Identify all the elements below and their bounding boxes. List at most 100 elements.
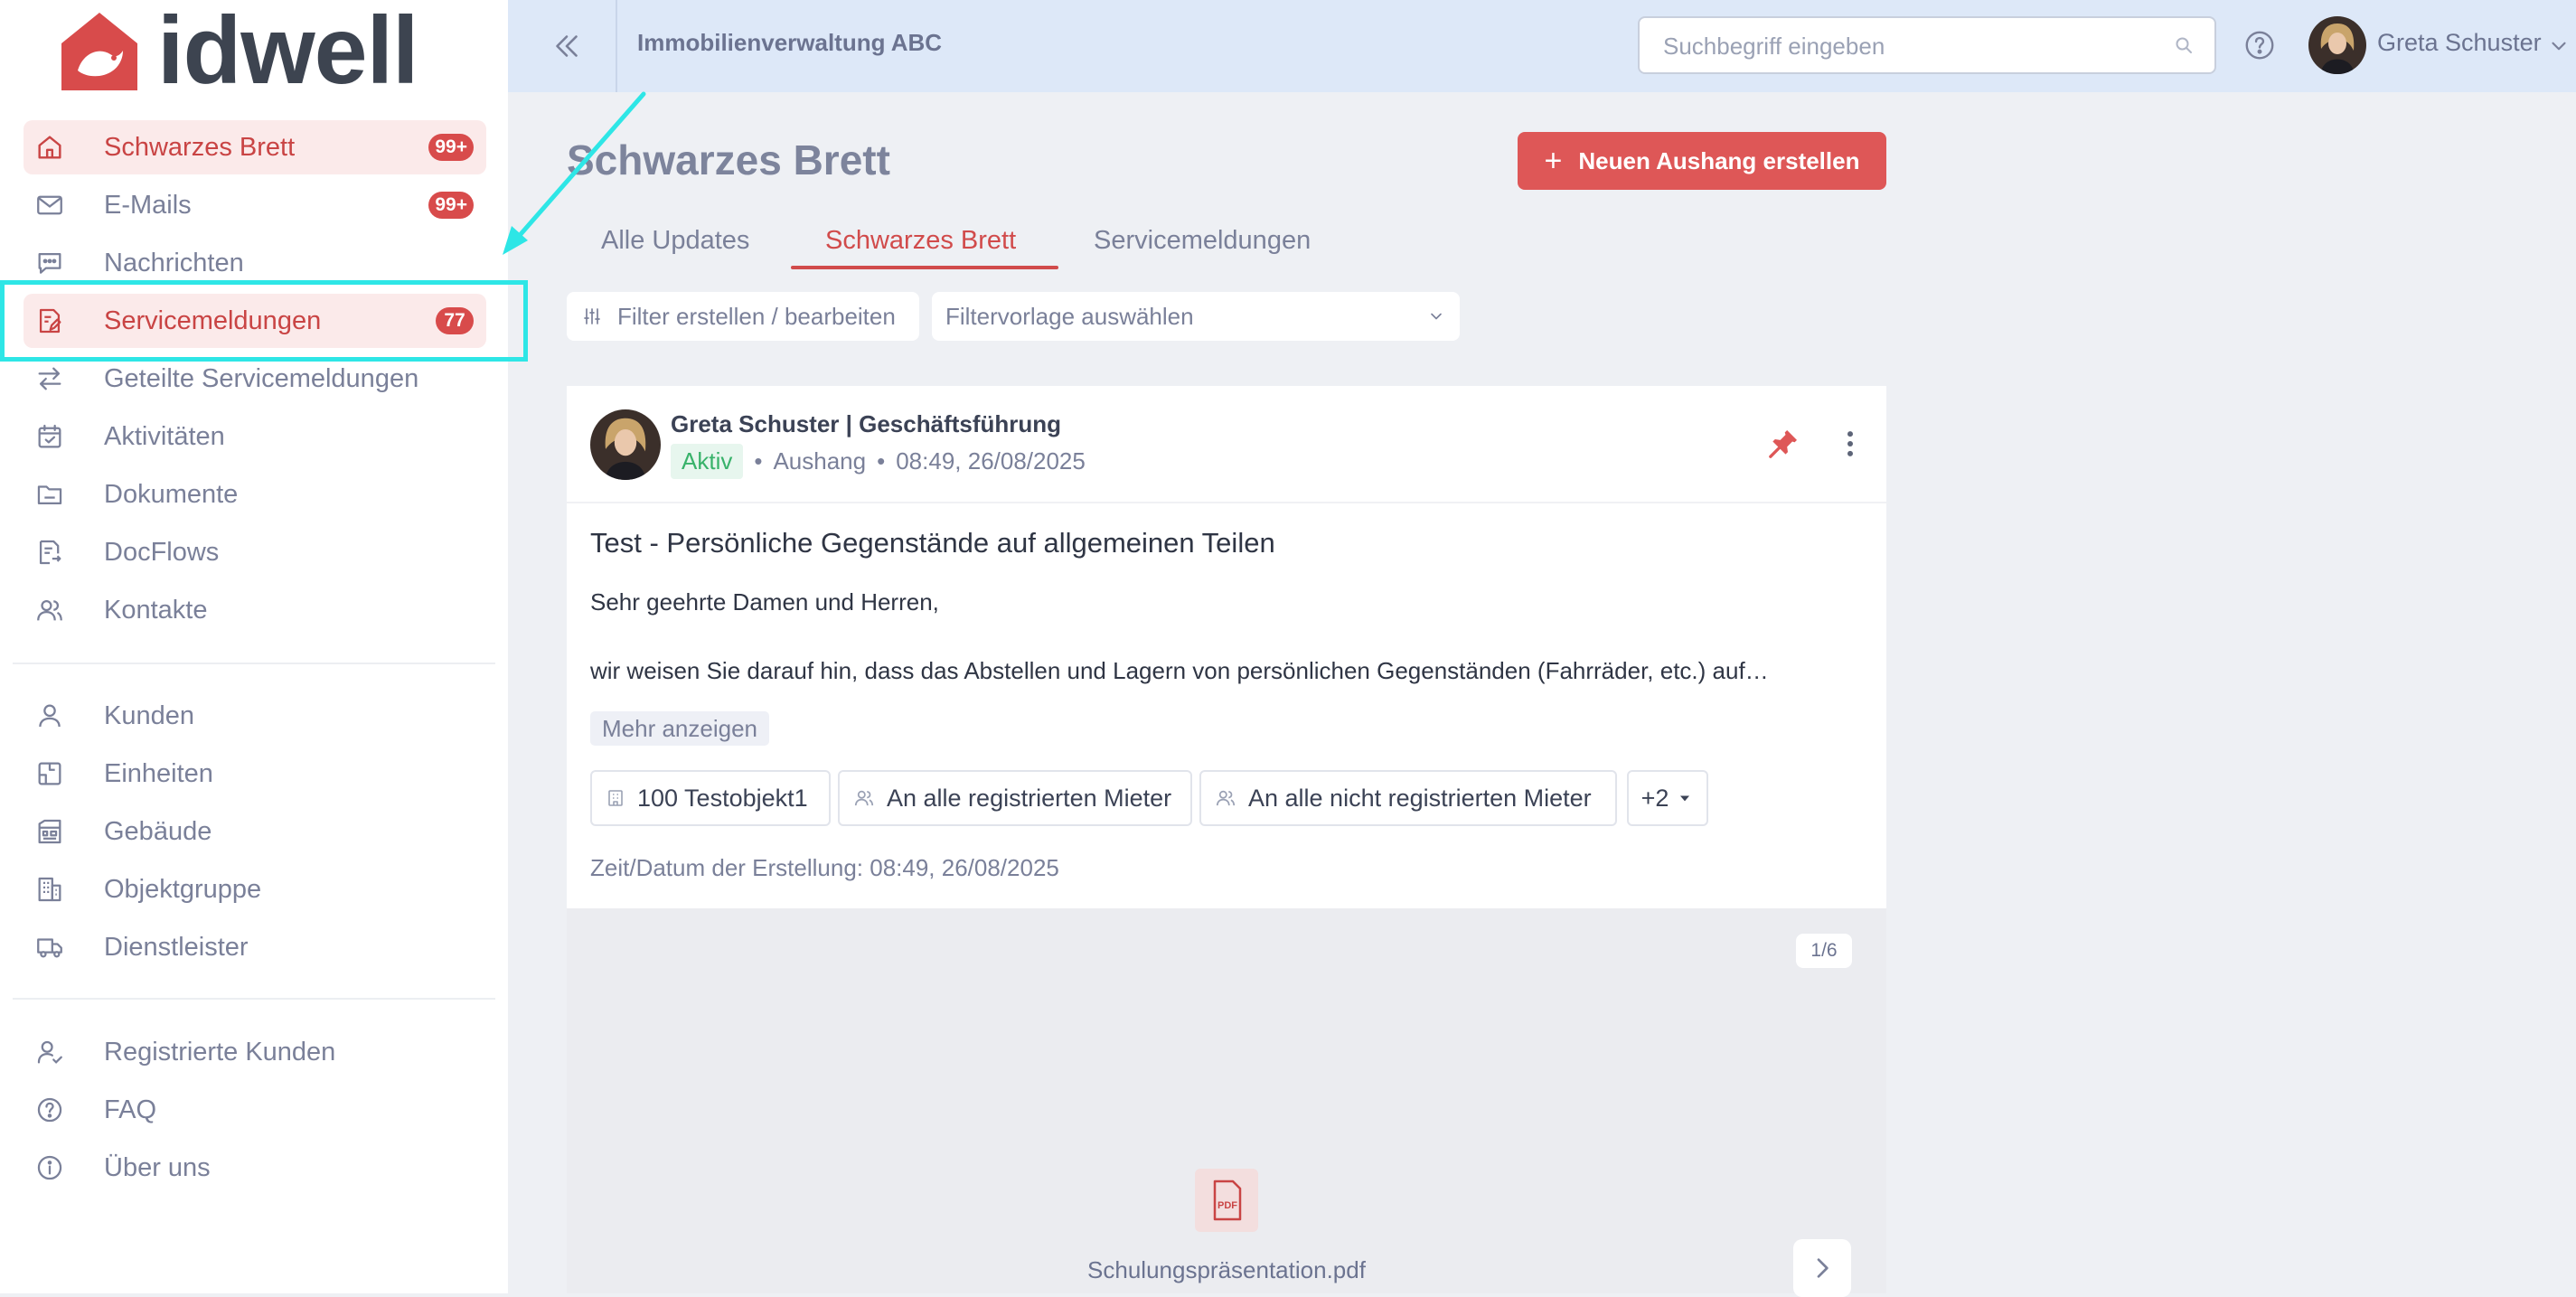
truck-icon [34,932,65,963]
post-body: wir weisen Sie darauf hin, dass das Abst… [590,657,1769,684]
tab-servicemeldungen[interactable]: Servicemeldungen [1094,226,1311,256]
recipient-chip-label: An alle registrierten Mieter [887,784,1172,812]
sidebar-item-kontakte[interactable]: Kontakte [24,583,486,637]
more-recipients-label: +2 [1641,784,1669,812]
more-options-icon[interactable] [1832,426,1868,462]
card-header-divider [567,502,1886,503]
top-bar-divider [616,0,617,92]
sidebar-item-dokumente[interactable]: Dokumente [24,467,486,522]
organization-name: Immobilienverwaltung ABC [637,29,943,56]
plus-icon: + [1544,144,1563,178]
share-arrows-icon [34,363,65,394]
building-icon [34,816,65,847]
logo[interactable]: idwell [56,0,419,104]
sidebar-item-kunden[interactable]: Kunden [24,689,486,743]
sidebar-item-e-mails[interactable]: E-Mails 99+ [24,178,486,232]
attachment-file-name[interactable]: Schulungspräsentation.pdf [567,1256,1886,1284]
recipient-chip-label: An alle nicht registrierten Mieter [1248,784,1592,812]
attachment-counter: 1/6 [1796,934,1852,968]
edit-filter-button[interactable]: Filter erstellen / bearbeiten [567,292,919,341]
sidebar-item-docflows[interactable]: DocFlows [24,525,486,579]
active-tab-indicator [791,266,1058,269]
sidebar-item-label: Dokumente [104,479,239,509]
created-at: Zeit/Datum der Erstellung: 08:49, 26/08/… [590,854,1059,881]
count-badge: 99+ [428,134,474,161]
chevron-down-icon[interactable] [2547,34,2571,58]
pin-icon[interactable] [1765,426,1801,462]
status-badge: Aktiv [671,444,744,479]
collapse-sidebar-icon[interactable] [548,27,586,65]
meta-separator: • [877,447,886,475]
author-avatar [590,409,661,480]
help-icon[interactable] [2242,28,2277,62]
meta-separator: • [754,447,763,475]
sidebar-item-label: E-Mails [104,190,192,220]
sidebar-item-faq[interactable]: FAQ [24,1083,486,1137]
user-check-icon [34,1037,65,1067]
sidebar-item-aktivitaeten[interactable]: Aktivitäten [24,409,486,464]
page-title: Schwarzes Brett [567,136,890,183]
sidebar-item-label: Registrierte Kunden [104,1037,336,1067]
sidebar-item-label: Nachrichten [104,248,244,277]
docflow-icon [34,537,65,568]
calendar-check-icon [34,421,65,452]
recipient-chip[interactable]: An alle nicht registrierten Mieter [1199,770,1617,826]
recipient-chip[interactable]: An alle registrierten Mieter [838,770,1192,826]
info-icon [34,1152,65,1183]
post-meta: Aktiv • Aushang • 08:49, 26/08/2025 [671,444,1086,479]
folder-icon [34,479,65,510]
sidebar-item-ueber-uns[interactable]: Über uns [24,1141,486,1195]
sidebar-item-label: DocFlows [104,537,220,567]
post-author: Greta Schuster | Geschäftsführung [671,410,1062,437]
building-group-icon [34,874,65,905]
caret-down-icon [1680,795,1690,802]
tab-schwarzes-brett[interactable]: Schwarzes Brett [825,226,1016,256]
sidebar-item-schwarzes-brett[interactable]: Schwarzes Brett 99+ [24,120,486,174]
post-title: Test - Persönliche Gegenstände auf allge… [590,527,1275,559]
sidebar-divider [13,998,495,1000]
user-icon [34,700,65,731]
edit-filter-label: Filter erstellen / bearbeiten [617,302,896,330]
chevron-down-icon [1431,313,1442,320]
sidebar-item-gebaeude[interactable]: Gebäude [24,804,486,859]
home-icon [34,132,65,163]
post-greeting: Sehr geehrte Damen und Herren, [590,588,939,616]
recipient-chip-label: 100 Testobjekt1 [637,784,808,812]
sidebar-item-label: Kunden [104,700,194,730]
sidebar-item-label: Einheiten [104,758,213,788]
sidebar-item-label: Kontakte [104,595,208,625]
logo-text: idwell [157,0,419,104]
sidebar: idwell Schwarzes Brett 99+ E-Mails 99+ N… [0,0,508,1293]
next-attachment-button[interactable] [1793,1239,1851,1297]
sidebar-item-einheiten[interactable]: Einheiten [24,747,486,801]
user-name[interactable]: Greta Schuster [2377,29,2542,57]
contacts-icon [34,595,65,625]
search-box [1638,16,2216,74]
tab-alle-updates[interactable]: Alle Updates [601,226,749,256]
sidebar-item-objektgruppe[interactable]: Objektgruppe [24,862,486,916]
show-more-button[interactable]: Mehr anzeigen [590,711,769,746]
users-icon [854,790,874,806]
sidebar-item-registrierte-kunden[interactable]: Registrierte Kunden [24,1025,486,1079]
pdf-file-type: PDF [1217,1200,1237,1211]
recipient-chip[interactable]: 100 Testobjekt1 [590,770,831,826]
pdf-file-icon: PDF [1195,1169,1258,1232]
filter-template-label: Filtervorlage auswählen [945,302,1194,330]
count-badge: 99+ [428,192,474,219]
help-circle-icon [34,1095,65,1125]
logo-house-icon [61,13,137,90]
sidebar-item-label: Geteilte Servicemeldungen [104,363,419,393]
sidebar-item-label: Aktivitäten [104,421,225,451]
chat-icon [34,248,65,278]
unit-icon [34,758,65,789]
sidebar-item-label: Dienstleister [104,932,249,962]
avatar[interactable] [2308,16,2366,74]
sidebar-item-dienstleister[interactable]: Dienstleister [24,920,486,974]
create-post-label: Neuen Aushang erstellen [1578,146,1860,174]
create-post-button[interactable]: + Neuen Aushang erstellen [1518,132,1886,190]
attachment-preview[interactable]: 1/6 PDF Schulungspräsentation.pdf [567,908,1886,1297]
more-recipients-button[interactable]: +2 [1627,770,1708,826]
filter-template-select[interactable]: Filtervorlage auswählen [932,292,1460,341]
search-input[interactable] [1661,18,2153,74]
search-icon[interactable] [2173,34,2195,56]
